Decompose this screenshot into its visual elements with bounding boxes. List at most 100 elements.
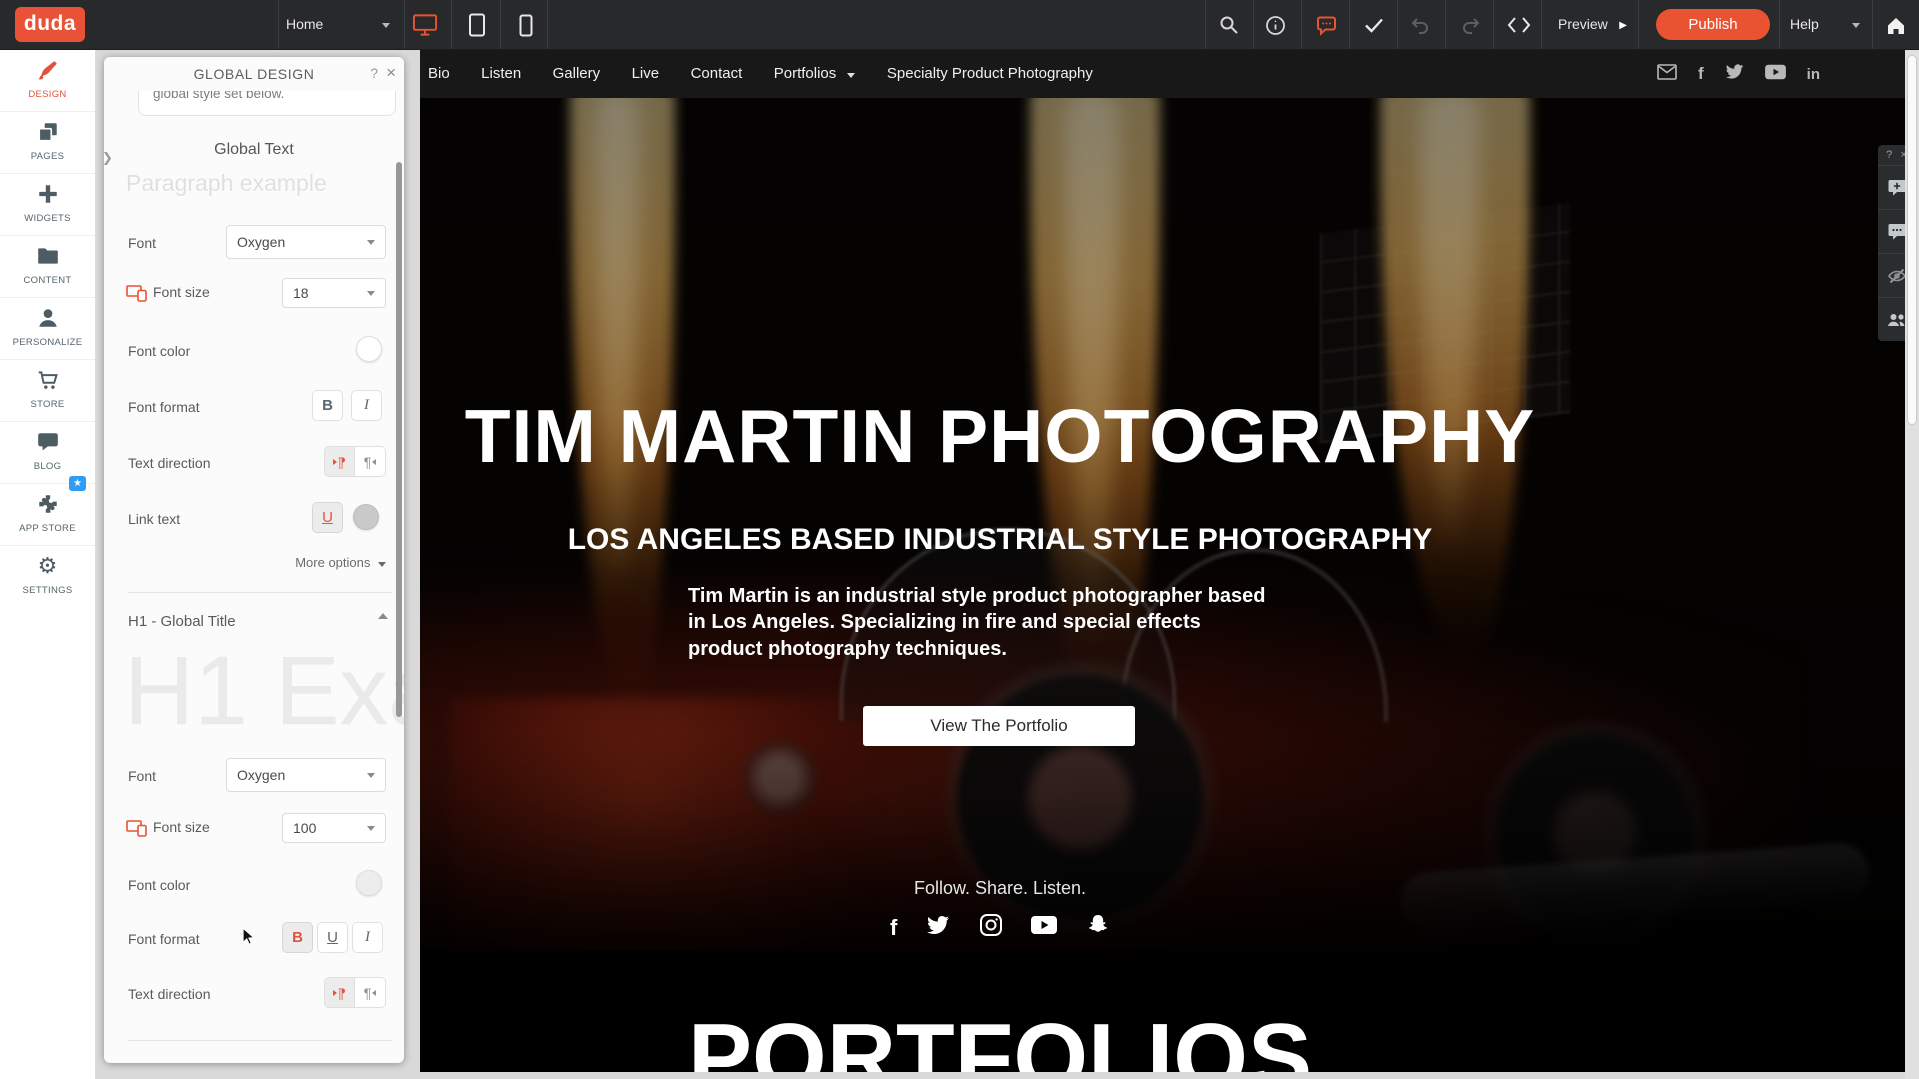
h1-font-color-swatch[interactable] bbox=[356, 870, 382, 896]
instagram-icon[interactable] bbox=[979, 913, 1003, 942]
h1-font-select[interactable]: Oxygen bbox=[226, 758, 386, 792]
hero-description[interactable]: Tim Martin is an industrial style produc… bbox=[688, 583, 1266, 662]
duda-editor-screen: TIM MARTIN PHOTOGRAPHY LOS ANGELES BASED… bbox=[0, 0, 1919, 1079]
nav-link-portfolios[interactable]: Portfolios bbox=[774, 49, 856, 98]
twitter-icon[interactable] bbox=[926, 913, 950, 942]
underline-button[interactable]: U bbox=[312, 502, 343, 533]
play-icon: ▶ bbox=[1619, 20, 1627, 31]
h1-bold-button[interactable]: B bbox=[282, 922, 313, 953]
preview-label: Preview bbox=[1558, 16, 1608, 32]
sidebar-item-design[interactable]: DESIGN bbox=[0, 49, 95, 112]
facebook-icon[interactable]: f bbox=[890, 915, 897, 941]
rtl-direction-button[interactable]: ¶ bbox=[355, 446, 386, 477]
hero-section[interactable]: TIM MARTIN PHOTOGRAPHY LOS ANGELES BASED… bbox=[420, 98, 1905, 1000]
youtube-icon[interactable] bbox=[1765, 64, 1786, 85]
panel-help-icon[interactable]: ? bbox=[370, 65, 378, 81]
nav-link-gallery[interactable]: Gallery bbox=[553, 49, 601, 98]
link-color-swatch[interactable] bbox=[353, 504, 379, 530]
h1-font-size-select[interactable]: 100 bbox=[282, 813, 386, 843]
h1-underline-button[interactable]: U bbox=[317, 922, 348, 953]
text-direction-label: Text direction bbox=[128, 455, 210, 471]
facebook-icon[interactable]: f bbox=[1698, 64, 1704, 84]
search-icon[interactable] bbox=[1216, 12, 1242, 38]
sidebar-item-label: STORE bbox=[30, 399, 64, 410]
snapchat-icon[interactable] bbox=[1086, 913, 1110, 942]
sidebar-item-app-store[interactable]: APP STORE ★ bbox=[0, 483, 95, 546]
twitter-icon[interactable] bbox=[1725, 62, 1744, 86]
panel-scrollbar-thumb[interactable] bbox=[396, 162, 402, 717]
sidebar-item-label: WIDGETS bbox=[24, 213, 70, 224]
sidebar-item-label: DESIGN bbox=[28, 89, 66, 100]
chevron-down-icon bbox=[378, 562, 386, 567]
toolbar-help-icon[interactable]: ? bbox=[1886, 149, 1892, 161]
ltr-direction-button[interactable]: ¶ bbox=[324, 446, 355, 477]
mobile-view-button[interactable] bbox=[513, 12, 539, 38]
portfolios-section[interactable]: PORTFOLIOS bbox=[420, 951, 1905, 1072]
info-icon[interactable] bbox=[1262, 12, 1288, 38]
nav-link-bio[interactable]: Bio bbox=[428, 49, 450, 98]
save-check-icon[interactable] bbox=[1361, 12, 1387, 38]
h1-font-label: Font bbox=[128, 768, 156, 784]
sidebar-item-pages[interactable]: PAGES bbox=[0, 111, 95, 174]
font-select[interactable]: Oxygen bbox=[226, 225, 386, 259]
h1-ltr-direction-button[interactable]: ¶ bbox=[324, 977, 355, 1008]
more-options-link[interactable]: More options bbox=[295, 555, 386, 570]
duda-logo[interactable]: duda bbox=[15, 7, 85, 42]
font-color-swatch[interactable] bbox=[356, 336, 382, 362]
portfolios-heading[interactable]: PORTFOLIOS bbox=[420, 1003, 1580, 1072]
h1-italic-button[interactable]: I bbox=[352, 922, 383, 953]
canvas-scrollbar-thumb[interactable] bbox=[1907, 55, 1917, 425]
nav-link-live[interactable]: Live bbox=[632, 49, 660, 98]
bold-button[interactable]: B bbox=[312, 390, 343, 421]
youtube-icon[interactable] bbox=[1031, 915, 1057, 940]
sidebar-item-widgets[interactable]: WIDGETS bbox=[0, 173, 95, 236]
page-selector-label: Home bbox=[286, 0, 323, 49]
view-portfolio-button[interactable]: View The Portfolio bbox=[863, 706, 1135, 746]
gear-icon: ⚙ bbox=[0, 554, 95, 578]
global-text-heading: Global Text bbox=[104, 141, 404, 159]
sidebar-item-blog[interactable]: BLOG bbox=[0, 421, 95, 484]
dev-mode-icon[interactable] bbox=[1506, 12, 1532, 38]
h1-text-direction-label: Text direction bbox=[128, 986, 210, 1002]
font-size-select[interactable]: 18 bbox=[282, 278, 386, 308]
redo-icon[interactable] bbox=[1458, 12, 1484, 38]
site-preview-canvas[interactable]: TIM MARTIN PHOTOGRAPHY LOS ANGELES BASED… bbox=[420, 49, 1905, 1072]
editor-sidebar: DESIGN PAGES WIDGETS CONTENT PERSONALIZE… bbox=[0, 49, 96, 1079]
puzzle-icon bbox=[0, 492, 95, 516]
page-selector[interactable]: Home bbox=[286, 0, 398, 49]
folder-icon bbox=[0, 244, 95, 268]
sidebar-item-personalize[interactable]: PERSONALIZE bbox=[0, 297, 95, 360]
help-menu[interactable]: Help bbox=[1790, 0, 1868, 49]
follow-share-listen-text[interactable]: Follow. Share. Listen. bbox=[420, 878, 1580, 899]
desktop-view-button[interactable] bbox=[412, 12, 438, 38]
hero-title[interactable]: TIM MARTIN PHOTOGRAPHY bbox=[420, 393, 1580, 479]
canvas-scrollbar[interactable] bbox=[1905, 49, 1919, 1079]
mouse-cursor bbox=[240, 927, 259, 952]
brush-icon bbox=[0, 58, 95, 82]
dashboard-home-icon[interactable] bbox=[1883, 12, 1909, 38]
h1-font-format-label: Font format bbox=[128, 931, 200, 947]
sidebar-item-content[interactable]: CONTENT bbox=[0, 235, 95, 298]
new-feature-badge: ★ bbox=[69, 476, 86, 491]
chevron-down-icon bbox=[1852, 23, 1860, 28]
h1-collapse-chevron-icon[interactable] bbox=[378, 613, 388, 619]
sidebar-item-store[interactable]: STORE bbox=[0, 359, 95, 422]
publish-button[interactable]: Publish bbox=[1656, 9, 1770, 40]
italic-button[interactable]: I bbox=[351, 390, 382, 421]
preview-button[interactable]: Preview ▶ bbox=[1558, 0, 1627, 49]
undo-icon[interactable] bbox=[1407, 12, 1433, 38]
panel-close-icon[interactable]: × bbox=[386, 63, 396, 83]
sidebar-item-settings[interactable]: ⚙ SETTINGS bbox=[0, 545, 95, 611]
section-divider bbox=[128, 1040, 392, 1041]
font-label: Font bbox=[128, 235, 156, 251]
nav-link-contact[interactable]: Contact bbox=[691, 49, 743, 98]
linkedin-icon[interactable]: in bbox=[1807, 66, 1820, 83]
nav-link-specialty[interactable]: Specialty Product Photography bbox=[887, 49, 1093, 98]
comments-mode-icon[interactable] bbox=[1313, 12, 1339, 38]
sidebar-item-label: SETTINGS bbox=[23, 585, 73, 596]
tablet-view-button[interactable] bbox=[464, 12, 490, 38]
h1-rtl-direction-button[interactable]: ¶ bbox=[355, 977, 386, 1008]
hero-subtitle[interactable]: LOS ANGELES BASED INDUSTRIAL STYLE PHOTO… bbox=[420, 523, 1580, 557]
email-icon[interactable] bbox=[1657, 64, 1677, 85]
nav-link-listen[interactable]: Listen bbox=[481, 49, 521, 98]
